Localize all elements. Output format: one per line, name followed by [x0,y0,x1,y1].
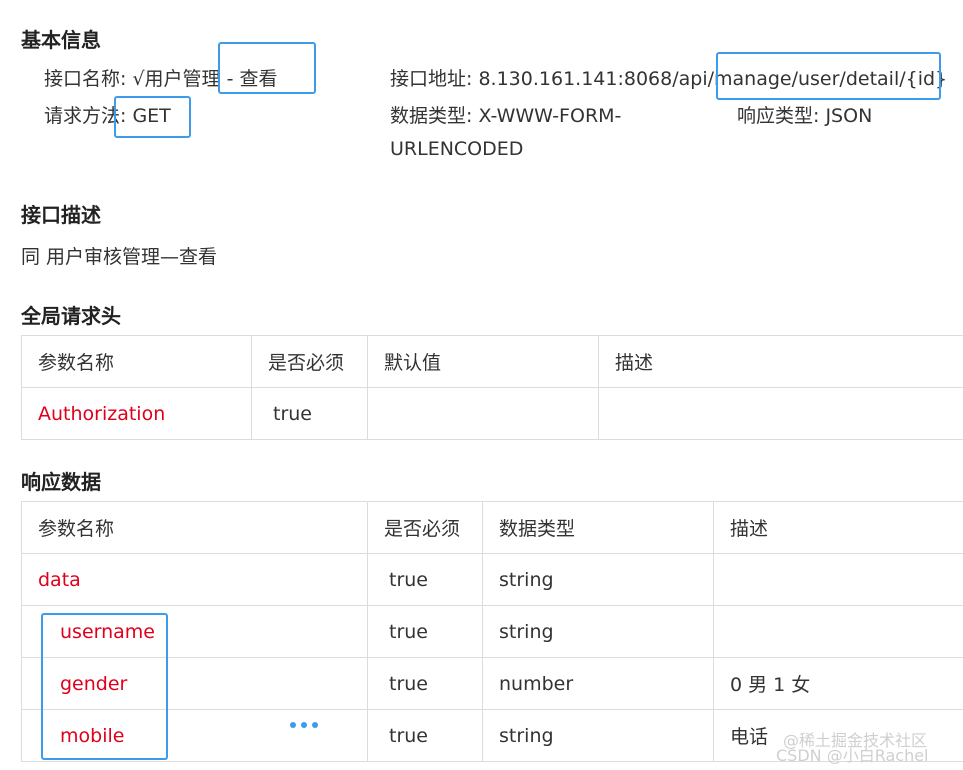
data-type-label: 数据类型: [390,105,479,127]
desc-cell [713,553,963,606]
section-title-desc: 接口描述 [21,203,101,227]
section-title-headers: 全局请求头 [21,304,121,328]
required-cell: true [367,605,483,658]
required-cell: true [251,387,368,440]
desc-cell: 0 男 1 女 [713,657,963,710]
column-header: 是否必须 [367,501,483,554]
table-row: data true string [21,553,963,606]
data-type-value-cont: URLENCODED [390,138,524,160]
param-name-cell: Authorization [21,387,252,440]
highlight-box-view [218,42,316,94]
section-title-basic: 基本信息 [21,28,101,52]
response-type-label: 响应类型: [737,105,826,127]
response-type: 响应类型: JSON [737,101,872,128]
column-header: 参数名称 [21,335,252,388]
section-title-response: 响应数据 [21,470,101,494]
table-header-row: 参数名称 是否必须 数据类型 描述 [21,501,963,554]
highlight-box-url [716,52,941,100]
headers-table: 参数名称 是否必须 默认值 描述 Authorization true [21,335,963,440]
column-header: 默认值 [367,335,599,388]
type-cell: string [482,553,714,606]
type-cell: number [482,657,714,710]
data-type-value: X-WWW-FORM- [478,105,622,127]
type-cell: string [482,709,714,762]
desc-cell [713,605,963,658]
desc-cell [598,387,963,440]
response-type-value: JSON [825,105,873,127]
param-name-cell: data [21,553,368,606]
default-cell [367,387,599,440]
type-cell: string [482,605,714,658]
table-row: Authorization true [21,387,963,440]
column-header: 数据类型 [482,501,714,554]
table-header-row: 参数名称 是否必须 默认值 描述 [21,335,963,388]
interface-name-label: 接口名称: [44,68,133,90]
highlight-box-method [114,96,191,138]
required-cell: true [367,553,483,606]
required-cell: true [367,657,483,710]
interface-description: 同 用户审核管理—查看 [21,246,218,268]
data-type: 数据类型: X-WWW-FORM- [390,101,621,128]
column-header: 描述 [598,335,963,388]
column-header: 参数名称 [21,501,368,554]
column-header: 是否必须 [251,335,368,388]
interface-url-label: 接口地址: [390,68,479,90]
required-cell: true [367,709,483,762]
highlight-box-fields [41,613,168,760]
column-header: 描述 [713,501,963,554]
watermark-csdn: CSDN @小白Rachel [776,746,929,765]
ellipsis-icon [290,722,318,728]
